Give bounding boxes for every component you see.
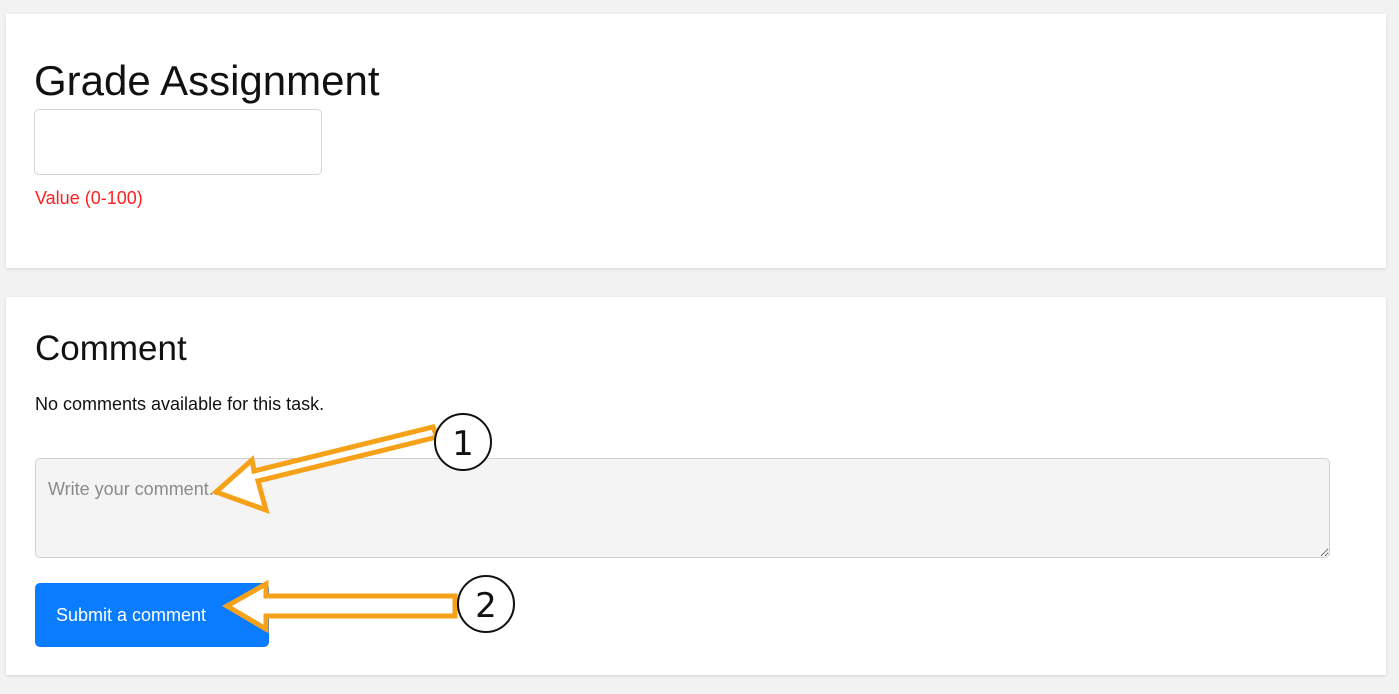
submit-comment-button[interactable]: Submit a comment [35, 583, 269, 647]
grade-value-input[interactable] [34, 109, 322, 175]
grade-assignment-title: Grade Assignment [34, 57, 380, 104]
no-comments-message: No comments available for this task. [35, 394, 325, 414]
comment-textarea[interactable] [35, 458, 1330, 558]
grade-value-hint: Value (0-100) [35, 188, 143, 208]
comment-card: Comment No comments available for this t… [6, 297, 1386, 675]
comment-title: Comment [35, 329, 187, 368]
grade-assignment-card: Grade Assignment Value (0-100) [6, 14, 1386, 268]
